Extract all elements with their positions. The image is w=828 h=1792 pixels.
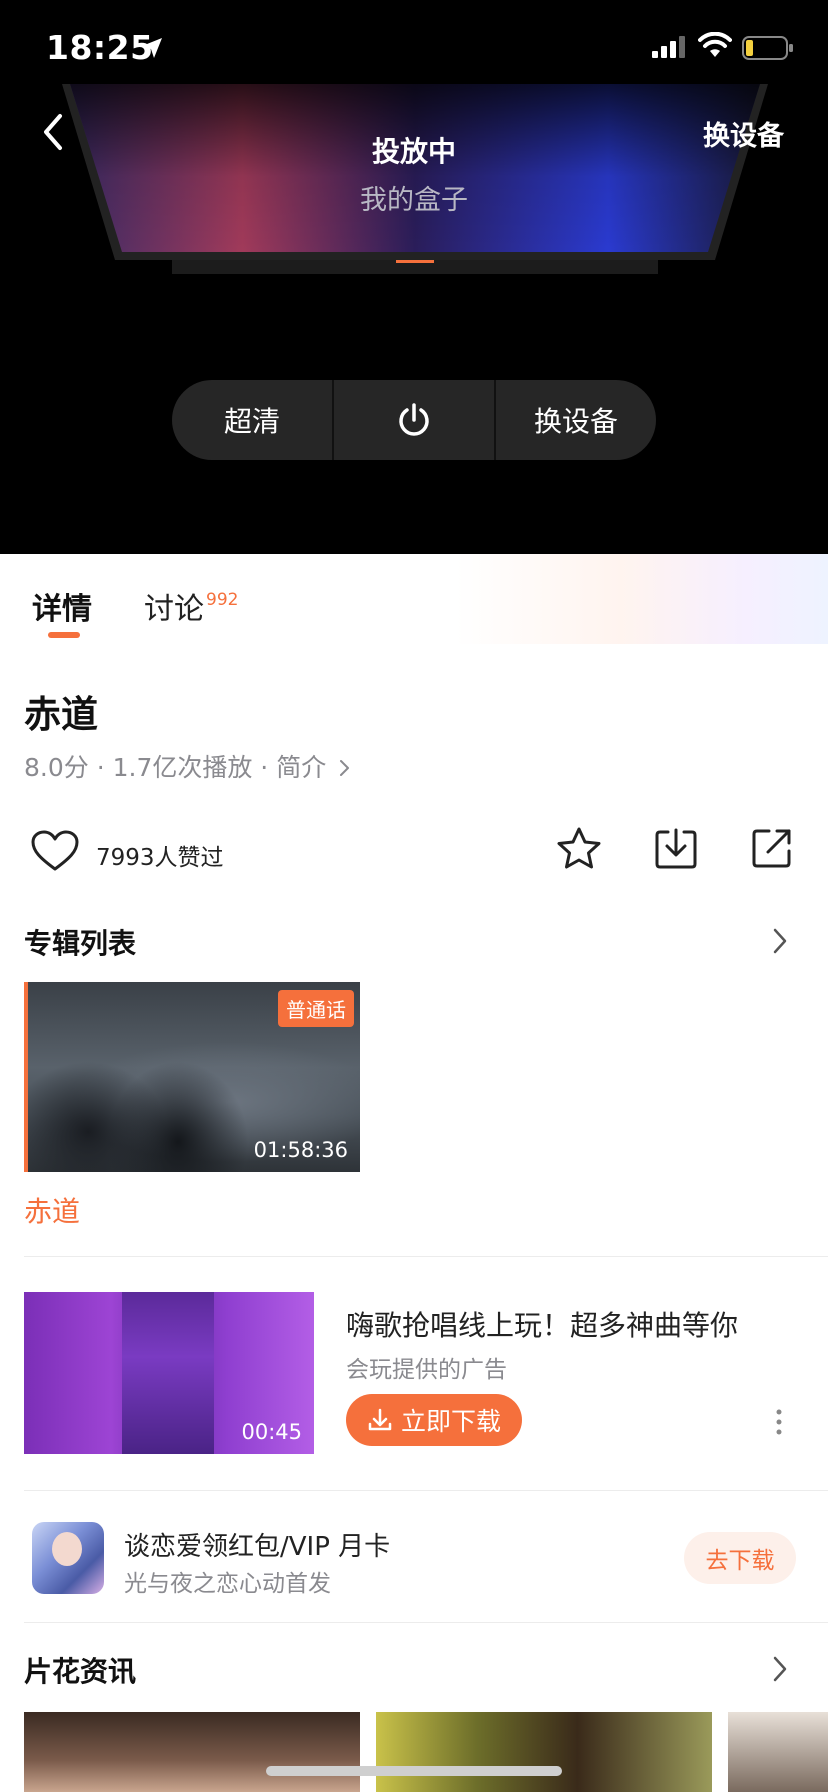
like-count: 7993人赞过: [96, 845, 224, 871]
status-bar: 18:25: [0, 0, 828, 96]
star-icon[interactable]: [556, 826, 602, 872]
location-arrow-icon: [142, 38, 162, 58]
ad-title[interactable]: 嗨歌抢唱线上玩！超多神曲等你: [346, 1304, 738, 1344]
wifi-icon: [698, 32, 732, 57]
share-icon[interactable]: [750, 826, 794, 870]
power-icon: [399, 403, 429, 436]
clips-carousel: [24, 1712, 828, 1792]
clip-thumbnail[interactable]: [376, 1712, 712, 1792]
episode-thumbnail[interactable]: 普通话 01:58:36: [24, 982, 360, 1172]
cast-device-name: 我的盒子: [360, 185, 468, 216]
game-app-icon: [32, 1522, 104, 1594]
more-options-icon[interactable]: [774, 1408, 784, 1436]
divider: [24, 1622, 828, 1623]
album-list-heading: 专辑列表: [24, 927, 137, 960]
cellular-signal-icon: [652, 36, 685, 58]
ad-phone-image: [122, 1292, 214, 1454]
promo-title[interactable]: 谈恋爱领红包/VIP 月卡: [124, 1526, 390, 1563]
ad-subtitle: 会玩提供的广告: [346, 1357, 507, 1383]
ad-download-label: 立即下载: [400, 1407, 501, 1436]
switch-device-button[interactable]: 换设备: [496, 380, 656, 460]
promo-subtitle: 光与夜之恋心动首发: [124, 1571, 331, 1597]
detail-panel: 详情 讨论992 赤道 8.0分 · 1.7亿次播放 · 简介 7993人赞过: [0, 554, 828, 1792]
tab-details[interactable]: 详情: [32, 584, 92, 638]
episode-duration: 01:58:36: [253, 1138, 348, 1162]
divider: [24, 1490, 828, 1491]
promo-download-button[interactable]: 去下载: [684, 1532, 796, 1584]
tab-discussion[interactable]: 讨论 992: [144, 584, 238, 628]
tab-details-label: 详情: [32, 592, 92, 627]
ad-thumbnail[interactable]: 00:45: [24, 1292, 314, 1454]
discussion-count: 992: [206, 590, 239, 610]
power-button[interactable]: [334, 380, 494, 460]
battery-icon: [742, 36, 793, 60]
active-tab-indicator: [48, 632, 80, 638]
quality-button[interactable]: 超清: [172, 380, 332, 460]
heart-icon[interactable]: [30, 830, 80, 872]
ad-duration: 00:45: [241, 1420, 302, 1444]
action-row: 7993人赞过: [0, 816, 828, 888]
video-meta-link[interactable]: 8.0分 · 1.7亿次播放 · 简介: [24, 748, 352, 784]
clip-thumbnail[interactable]: [24, 1712, 360, 1792]
tab-discussion-label: 讨论: [144, 592, 204, 627]
ad-download-button[interactable]: 立即下载: [346, 1394, 522, 1446]
clip-thumbnail[interactable]: [728, 1712, 828, 1792]
cast-control-bar: 超清 换设备: [172, 380, 656, 460]
video-title: 赤道: [24, 693, 98, 736]
status-time: 18:25: [46, 28, 154, 67]
chevron-right-icon: [340, 760, 350, 776]
download-icon[interactable]: [654, 826, 698, 870]
home-indicator[interactable]: [266, 1766, 562, 1776]
video-meta-text: 8.0分 · 1.7亿次播放 · 简介: [24, 753, 327, 782]
switch-device-link[interactable]: 换设备: [703, 114, 784, 153]
language-badge: 普通话: [278, 990, 354, 1027]
album-more-chevron-icon[interactable]: [770, 926, 790, 956]
divider: [24, 1256, 828, 1257]
download-icon: [368, 1408, 392, 1431]
cast-player: 18:25 投放中 我的盒子 换设备 超清 换设备: [0, 0, 828, 554]
clips-more-chevron-icon[interactable]: [770, 1654, 790, 1684]
episode-name[interactable]: 赤道: [24, 1190, 80, 1230]
clips-heading: 片花资讯: [24, 1655, 137, 1688]
